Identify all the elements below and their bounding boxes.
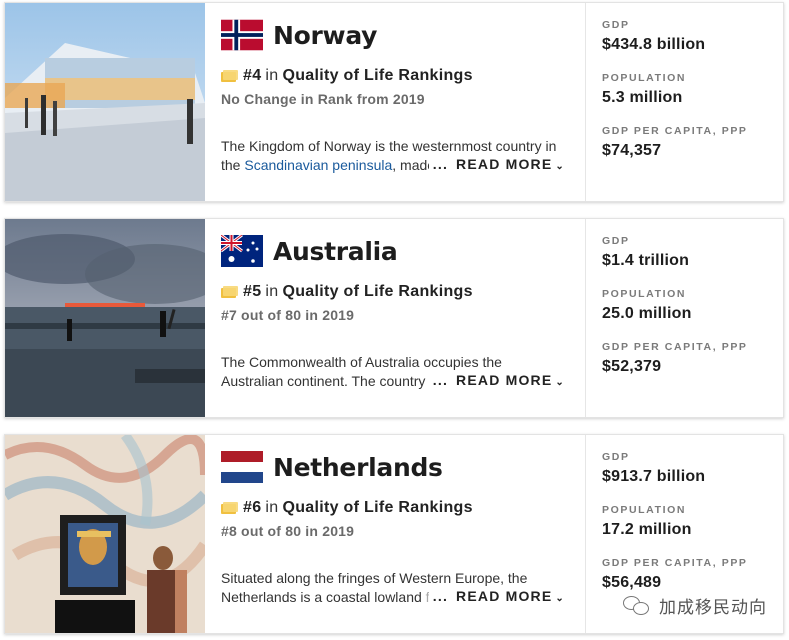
ellipsis: ...	[432, 588, 449, 604]
country-card-norway[interactable]: Norway #4 in Quality of Life Rankings No…	[4, 2, 784, 202]
australia-photo[interactable]	[5, 219, 205, 417]
gdp-value: $913.7 billion	[602, 468, 706, 485]
australia-flag-icon	[221, 235, 263, 267]
wechat-icon	[623, 594, 651, 618]
population-value: 5.3 million	[602, 89, 683, 106]
gdp-value: $1.4 trillion	[602, 252, 690, 269]
read-more-label: READ MORE	[456, 156, 553, 172]
scandinavian-peninsula-link[interactable]: Scandinavian peninsula	[244, 157, 392, 173]
rank-in-text: in	[265, 283, 279, 300]
norway-flag-icon	[221, 19, 263, 51]
read-more-button[interactable]: ... READ MORE ⌄	[428, 372, 565, 388]
country-name[interactable]: Australia	[273, 237, 398, 266]
description-text: Netherlands is a coastal lowland	[221, 589, 426, 605]
gdp-label: GDP	[602, 19, 630, 31]
country-card-australia[interactable]: Australia #5 in Quality of Life Rankings…	[4, 218, 784, 418]
population-value: 25.0 million	[602, 305, 692, 322]
read-more-button[interactable]: ... READ MORE ⌄	[428, 588, 565, 604]
rank-in-text: in	[265, 67, 279, 84]
rank-change: No Change in Rank from 2019	[221, 91, 425, 107]
country-stats: GDP $1.4 trillion POPULATION 25.0 million …	[585, 219, 783, 417]
population-label: POPULATION	[602, 504, 687, 516]
ranking-list-link[interactable]: Quality of Life Rankings	[282, 67, 472, 85]
country-name[interactable]: Norway	[273, 21, 377, 50]
description-line: The Commonwealth of Australia occupies t…	[221, 354, 502, 370]
gdp-label: GDP	[602, 235, 630, 247]
watermark-text: 加成移民动向	[659, 598, 767, 617]
gdp-per-capita-value: $74,357	[602, 142, 662, 159]
ranking-list-link[interactable]: Quality of Life Rankings	[282, 283, 472, 301]
gdp-per-capita-label: GDP PER CAPITA, PPP	[602, 341, 748, 353]
chevron-down-icon: ⌄	[555, 161, 565, 172]
gdp-value: $434.8 billion	[602, 36, 706, 53]
population-value: 17.2 million	[602, 521, 692, 538]
rank-change: #8 out of 80 in 2019	[221, 523, 355, 539]
rank-change: #7 out of 80 in 2019	[221, 307, 355, 323]
description-text: the	[221, 157, 245, 173]
norway-photo[interactable]	[5, 3, 205, 201]
rank-number: #4	[243, 67, 262, 84]
gdp-per-capita-value: $56,489	[602, 574, 662, 591]
ranking-ticket-icon	[221, 286, 238, 298]
netherlands-flag-icon	[221, 451, 263, 483]
description-line: Situated along the fringes of Western Eu…	[221, 570, 528, 586]
read-more-label: READ MORE	[456, 588, 553, 604]
gdp-per-capita-label: GDP PER CAPITA, PPP	[602, 125, 748, 137]
ranking-ticket-icon	[221, 502, 238, 514]
population-label: POPULATION	[602, 72, 687, 84]
rank-number: #6	[243, 499, 262, 516]
chevron-down-icon: ⌄	[555, 593, 565, 604]
gdp-per-capita-label: GDP PER CAPITA, PPP	[602, 557, 748, 569]
ellipsis: ...	[432, 372, 449, 388]
ellipsis: ...	[432, 156, 449, 172]
description-text: Australian continent. The country	[221, 373, 430, 389]
wechat-watermark: 加成移民动向	[623, 593, 767, 618]
ranking-list-link[interactable]: Quality of Life Rankings	[282, 499, 472, 517]
read-more-button[interactable]: ... READ MORE ⌄	[428, 156, 565, 172]
ranking-ticket-icon	[221, 70, 238, 82]
chevron-down-icon: ⌄	[555, 377, 565, 388]
country-name[interactable]: Netherlands	[273, 453, 443, 482]
description-line: The Kingdom of Norway is the westernmost…	[221, 138, 557, 154]
rank-in-text: in	[265, 499, 279, 516]
gdp-label: GDP	[602, 451, 630, 463]
country-stats: GDP $434.8 billion POPULATION 5.3 million …	[585, 3, 783, 201]
rank-number: #5	[243, 283, 262, 300]
gdp-per-capita-value: $52,379	[602, 358, 662, 375]
netherlands-photo[interactable]	[5, 435, 205, 633]
read-more-label: READ MORE	[456, 372, 553, 388]
population-label: POPULATION	[602, 288, 687, 300]
